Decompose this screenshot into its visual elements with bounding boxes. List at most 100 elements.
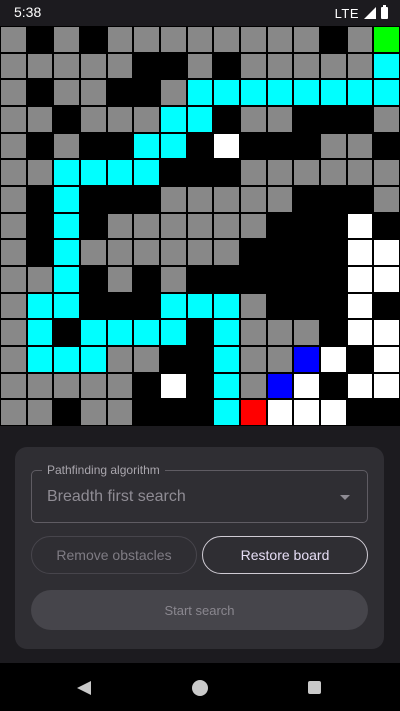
wall-cell[interactable] [133,399,160,426]
wall-cell[interactable] [319,292,347,320]
visited-cell[interactable] [373,319,400,346]
path-cell[interactable] [106,319,134,346]
wall-cell[interactable] [133,52,160,80]
empty-cell[interactable] [239,26,267,53]
wall-cell[interactable] [79,132,107,160]
empty-cell[interactable] [186,52,214,80]
empty-cell[interactable] [266,159,294,186]
empty-cell[interactable] [53,26,80,53]
visited-cell[interactable] [346,239,374,266]
empty-cell[interactable] [26,265,54,293]
wall-cell[interactable] [79,26,107,53]
wall-cell[interactable] [373,399,400,426]
empty-cell[interactable] [159,239,187,266]
home-icon[interactable] [192,680,208,696]
visited-cell[interactable] [373,345,400,373]
wall-cell[interactable] [133,79,160,106]
empty-cell[interactable] [106,399,134,426]
wall-cell[interactable] [266,265,294,293]
wall-cell[interactable] [186,265,214,293]
path-cell[interactable] [373,79,400,106]
pathfinding-grid[interactable] [0,26,400,426]
wall-cell[interactable] [213,159,240,186]
path-cell[interactable] [79,319,107,346]
end-cell[interactable] [373,26,400,53]
path-cell[interactable] [159,319,187,346]
empty-cell[interactable] [293,52,320,80]
wall-cell[interactable] [293,239,320,266]
wall-cell[interactable] [26,79,54,106]
empty-cell[interactable] [346,52,374,80]
empty-cell[interactable] [26,105,54,133]
wall-cell[interactable] [186,319,214,346]
empty-cell[interactable] [0,132,27,160]
visited-cell[interactable] [346,319,374,346]
path-cell[interactable] [26,345,54,373]
empty-cell[interactable] [26,159,54,186]
wall-cell[interactable] [213,52,240,80]
empty-cell[interactable] [266,52,294,80]
empty-cell[interactable] [346,26,374,53]
visited-cell[interactable] [373,265,400,293]
wall-cell[interactable] [186,132,214,160]
frontier-cell[interactable] [266,372,294,400]
empty-cell[interactable] [0,319,27,346]
empty-cell[interactable] [106,239,134,266]
empty-cell[interactable] [213,239,240,266]
wall-cell[interactable] [319,105,347,133]
wall-cell[interactable] [79,265,107,293]
wall-cell[interactable] [346,105,374,133]
empty-cell[interactable] [239,185,267,213]
empty-cell[interactable] [79,105,107,133]
wall-cell[interactable] [293,185,320,213]
path-cell[interactable] [239,79,267,106]
wall-cell[interactable] [293,105,320,133]
wall-cell[interactable] [346,185,374,213]
wall-cell[interactable] [106,79,134,106]
empty-cell[interactable] [0,399,27,426]
empty-cell[interactable] [373,185,400,213]
wall-cell[interactable] [293,292,320,320]
empty-cell[interactable] [239,292,267,320]
wall-cell[interactable] [266,132,294,160]
visited-cell[interactable] [293,372,320,400]
wall-cell[interactable] [346,399,374,426]
empty-cell[interactable] [159,212,187,240]
wall-cell[interactable] [79,292,107,320]
wall-cell[interactable] [186,399,214,426]
empty-cell[interactable] [346,159,374,186]
path-cell[interactable] [346,79,374,106]
path-cell[interactable] [373,52,400,80]
visited-cell[interactable] [213,132,240,160]
empty-cell[interactable] [373,105,400,133]
path-cell[interactable] [26,292,54,320]
path-cell[interactable] [186,292,214,320]
visited-cell[interactable] [293,399,320,426]
wall-cell[interactable] [239,239,267,266]
wall-cell[interactable] [319,26,347,53]
wall-cell[interactable] [26,26,54,53]
path-cell[interactable] [26,319,54,346]
empty-cell[interactable] [106,345,134,373]
empty-cell[interactable] [266,319,294,346]
empty-cell[interactable] [239,372,267,400]
wall-cell[interactable] [159,52,187,80]
wall-cell[interactable] [373,132,400,160]
path-cell[interactable] [159,292,187,320]
wall-cell[interactable] [53,105,80,133]
empty-cell[interactable] [106,105,134,133]
empty-cell[interactable] [106,372,134,400]
start-cell[interactable] [239,399,267,426]
wall-cell[interactable] [133,292,160,320]
path-cell[interactable] [53,292,80,320]
empty-cell[interactable] [186,185,214,213]
wall-cell[interactable] [373,292,400,320]
wall-cell[interactable] [239,132,267,160]
empty-cell[interactable] [79,372,107,400]
empty-cell[interactable] [159,265,187,293]
wall-cell[interactable] [373,212,400,240]
empty-cell[interactable] [213,212,240,240]
empty-cell[interactable] [319,52,347,80]
empty-cell[interactable] [0,159,27,186]
empty-cell[interactable] [186,26,214,53]
